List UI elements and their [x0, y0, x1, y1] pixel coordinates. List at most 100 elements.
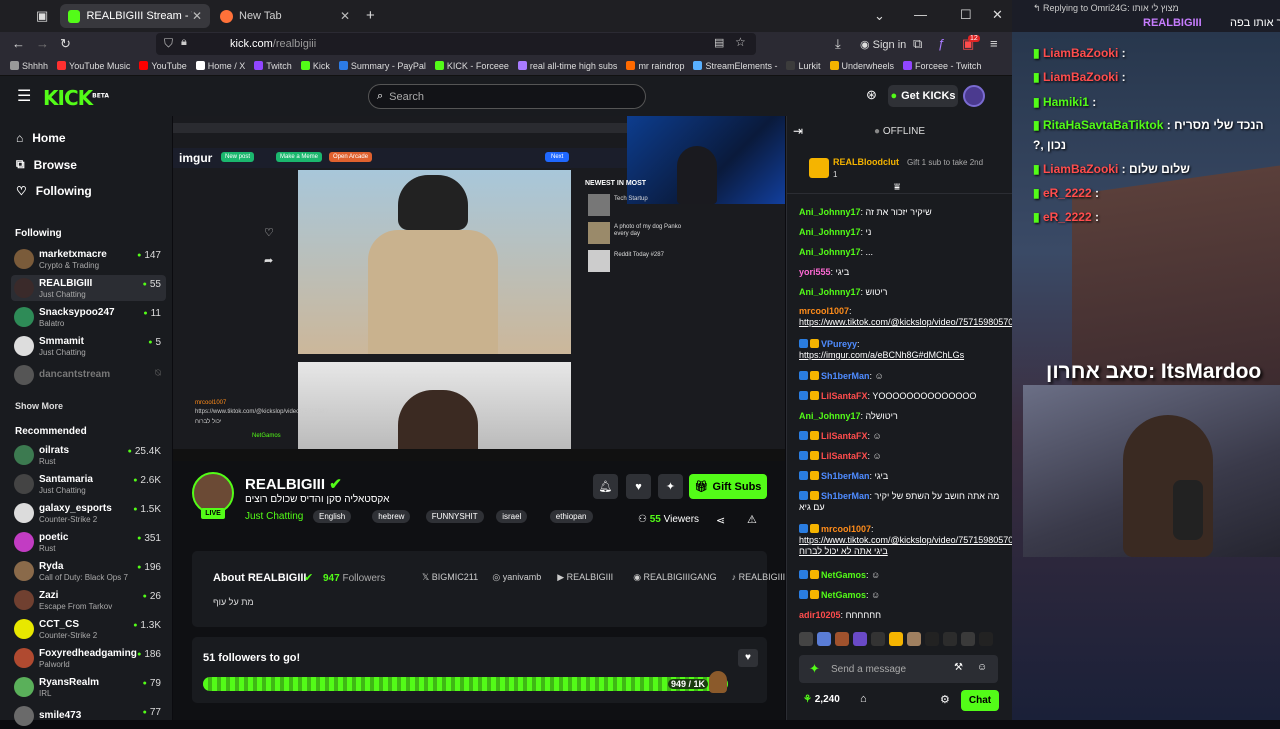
- chat-username[interactable]: NetGamos: [821, 570, 866, 580]
- reader-view-icon[interactable]: ▤: [714, 36, 724, 49]
- back-icon[interactable]: ←: [12, 36, 25, 51]
- expand-leaderboard-icon[interactable]: ⩸: [894, 182, 900, 193]
- chat-username[interactable]: LilSantaFX: [821, 391, 868, 401]
- bookmark-item[interactable]: KICK - Forceee: [434, 61, 509, 71]
- bookmark-item[interactable]: YouTube: [139, 61, 187, 71]
- tab-kick-stream[interactable]: REALBIGIII Stream - Watch Live ✕: [60, 4, 210, 28]
- report-icon[interactable]: ⚠: [747, 513, 757, 526]
- bookmark-item[interactable]: Underwheels: [829, 61, 894, 71]
- hamburger-menu-icon[interactable]: ☰: [17, 86, 31, 106]
- sidebar-channel-poetic[interactable]: poeticRust 351: [11, 529, 166, 555]
- bookmark-star-icon[interactable]: ☆: [735, 35, 746, 49]
- chat-username[interactable]: Ani_Johnny17: [799, 411, 861, 421]
- sidebar-item-browse[interactable]: ⧉ Browse: [16, 157, 77, 172]
- tag-israel[interactable]: israel: [496, 510, 528, 523]
- kicks-icon[interactable]: ⚒: [954, 662, 963, 673]
- chat-username[interactable]: Ani_Johnny17: [799, 207, 861, 217]
- sidebar-channel-realbigiii[interactable]: REALBIGIIIJust Chatting 55: [11, 275, 166, 301]
- notification-bell-button[interactable]: 🔔︎: [593, 474, 618, 499]
- chat-username[interactable]: Sh1berMan: [821, 491, 870, 501]
- share-icon[interactable]: ⋖: [716, 514, 725, 527]
- bookmark-item[interactable]: Lurkit: [786, 61, 821, 71]
- bookmark-item[interactable]: Shhhh: [10, 61, 48, 71]
- stream-category[interactable]: Just Chatting: [245, 511, 303, 522]
- social-link[interactable]: ◉ REALBIGIIIGANG: [633, 572, 716, 583]
- chat-username[interactable]: VPureyy: [821, 339, 857, 349]
- tab-overview-icon[interactable]: ▣: [36, 8, 48, 24]
- sidebar-channel-oilrats[interactable]: oilratsRust 25.4K: [11, 442, 166, 468]
- emote-icon[interactable]: [925, 632, 939, 646]
- streamer-name[interactable]: REALBIGIII ✔: [245, 475, 342, 493]
- chat-username[interactable]: LilSantaFX: [821, 451, 868, 461]
- tag-hebrew[interactable]: hebrew: [372, 510, 411, 523]
- close-tab-icon[interactable]: ✕: [192, 9, 202, 23]
- reload-icon[interactable]: ↻: [60, 36, 71, 52]
- close-tab-icon[interactable]: ✕: [340, 9, 350, 23]
- list-tabs-icon[interactable]: ⌄: [874, 8, 885, 24]
- goal-heart-button[interactable]: ♥: [738, 649, 758, 667]
- chat-username[interactable]: LilSantaFX: [821, 431, 868, 441]
- clip-button[interactable]: ✦: [658, 474, 683, 499]
- chat-input[interactable]: ✦ Send a message ⚒ ☺: [799, 655, 998, 683]
- sidebar-channel-dancantstream[interactable]: dancantstream ⍉: [11, 362, 166, 388]
- sidebar-channel-foxyredheadgaming[interactable]: FoxyredheadgamingPalworld 186: [11, 645, 166, 671]
- bookmark-item[interactable]: Summary - PayPal: [338, 61, 426, 71]
- minimize-icon[interactable]: —: [914, 7, 927, 22]
- lock-icon[interactable]: 🔒︎: [181, 36, 187, 49]
- sidebar-channel-smile473[interactable]: smile473 77: [11, 703, 166, 729]
- social-link[interactable]: 𝕏 BIGMIC211: [422, 572, 478, 583]
- new-tab-icon[interactable]: +: [366, 7, 375, 24]
- forward-icon[interactable]: →: [36, 36, 49, 51]
- sidebar-item-home[interactable]: ⌂ Home: [16, 131, 66, 145]
- emote-icon[interactable]: [943, 632, 957, 646]
- sidebar-item-following[interactable]: ♡ Following: [16, 184, 92, 198]
- tag-ethiopan[interactable]: ethiopan: [549, 510, 593, 523]
- chat-username[interactable]: Sh1berMan: [821, 471, 870, 481]
- chat-username[interactable]: Sh1berMan: [821, 371, 870, 381]
- bookmark-item[interactable]: Home / X: [195, 61, 245, 71]
- emote-icon[interactable]: [871, 632, 885, 646]
- emote-icon[interactable]: [853, 632, 867, 646]
- bookmark-item[interactable]: real all-time high subs: [517, 61, 617, 71]
- sidebar-channel-smmamit[interactable]: SmmamitJust Chatting 5: [11, 333, 166, 359]
- close-window-icon[interactable]: ✕: [992, 7, 1003, 23]
- emoji-icon[interactable]: ☺: [977, 662, 987, 673]
- user-avatar[interactable]: [963, 85, 985, 107]
- gift-subs-button[interactable]: 🎁︎ Gift Subs: [689, 474, 767, 499]
- emote-icon[interactable]: [817, 632, 831, 646]
- bookmark-item[interactable]: mr raindrop: [626, 61, 684, 71]
- sidebar-channel-cct_cs[interactable]: CCT_CSCounter-Strike 2 1.3K: [11, 616, 166, 642]
- menu-icon[interactable]: ≡: [990, 36, 998, 51]
- show-more-button[interactable]: Show More: [15, 401, 63, 411]
- emote-icon[interactable]: [799, 632, 813, 646]
- emote-icon[interactable]: [889, 632, 903, 646]
- rewards-icon[interactable]: ⊛: [866, 87, 877, 103]
- bookmark-item[interactable]: StreamElements -: [693, 61, 777, 71]
- download-icon[interactable]: ⤓: [835, 36, 841, 52]
- store-icon[interactable]: ⌂: [860, 693, 867, 705]
- chat-send-button[interactable]: Chat: [961, 690, 999, 711]
- chat-username[interactable]: Ani_Johnny17: [799, 227, 861, 237]
- sidebar-channel-santamaria[interactable]: SantamariaJust Chatting 2.6K: [11, 471, 166, 497]
- emote-icon[interactable]: [979, 632, 993, 646]
- like-icon[interactable]: ♡: [264, 226, 274, 239]
- sidebar-channel-snacksypoo247[interactable]: Snacksypoo247Balatro 11: [11, 304, 166, 330]
- chat-username[interactable]: Ani_Johnny17: [799, 247, 861, 257]
- chat-settings-icon[interactable]: ⚙: [940, 693, 950, 706]
- chat-username[interactable]: mrcool1007: [799, 306, 849, 316]
- shield-icon[interactable]: ⛉: [164, 36, 173, 51]
- emote-icon[interactable]: [907, 632, 921, 646]
- chat-username[interactable]: mrcool1007: [821, 524, 871, 534]
- search-input[interactable]: ⌕ Search: [368, 84, 646, 109]
- tab-new-tab[interactable]: New Tab ✕: [212, 4, 358, 28]
- follow-button[interactable]: ♥: [626, 474, 651, 499]
- chat-username[interactable]: yori555: [799, 267, 831, 277]
- channel-points[interactable]: ⚘ 2,240: [803, 694, 840, 705]
- maximize-icon[interactable]: ☐: [960, 7, 972, 23]
- collapse-chat-icon[interactable]: ⇥: [793, 124, 803, 138]
- extensions-icon[interactable]: ⧉: [913, 36, 922, 52]
- sidebar-channel-zazi[interactable]: ZaziEscape From Tarkov 26: [11, 587, 166, 613]
- bookmark-item[interactable]: Twitch: [254, 61, 292, 71]
- sidebar-channel-ryda[interactable]: RydaCall of Duty: Black Ops 7 196: [11, 558, 166, 584]
- social-link[interactable]: ▶ REALBIGIII: [557, 572, 613, 583]
